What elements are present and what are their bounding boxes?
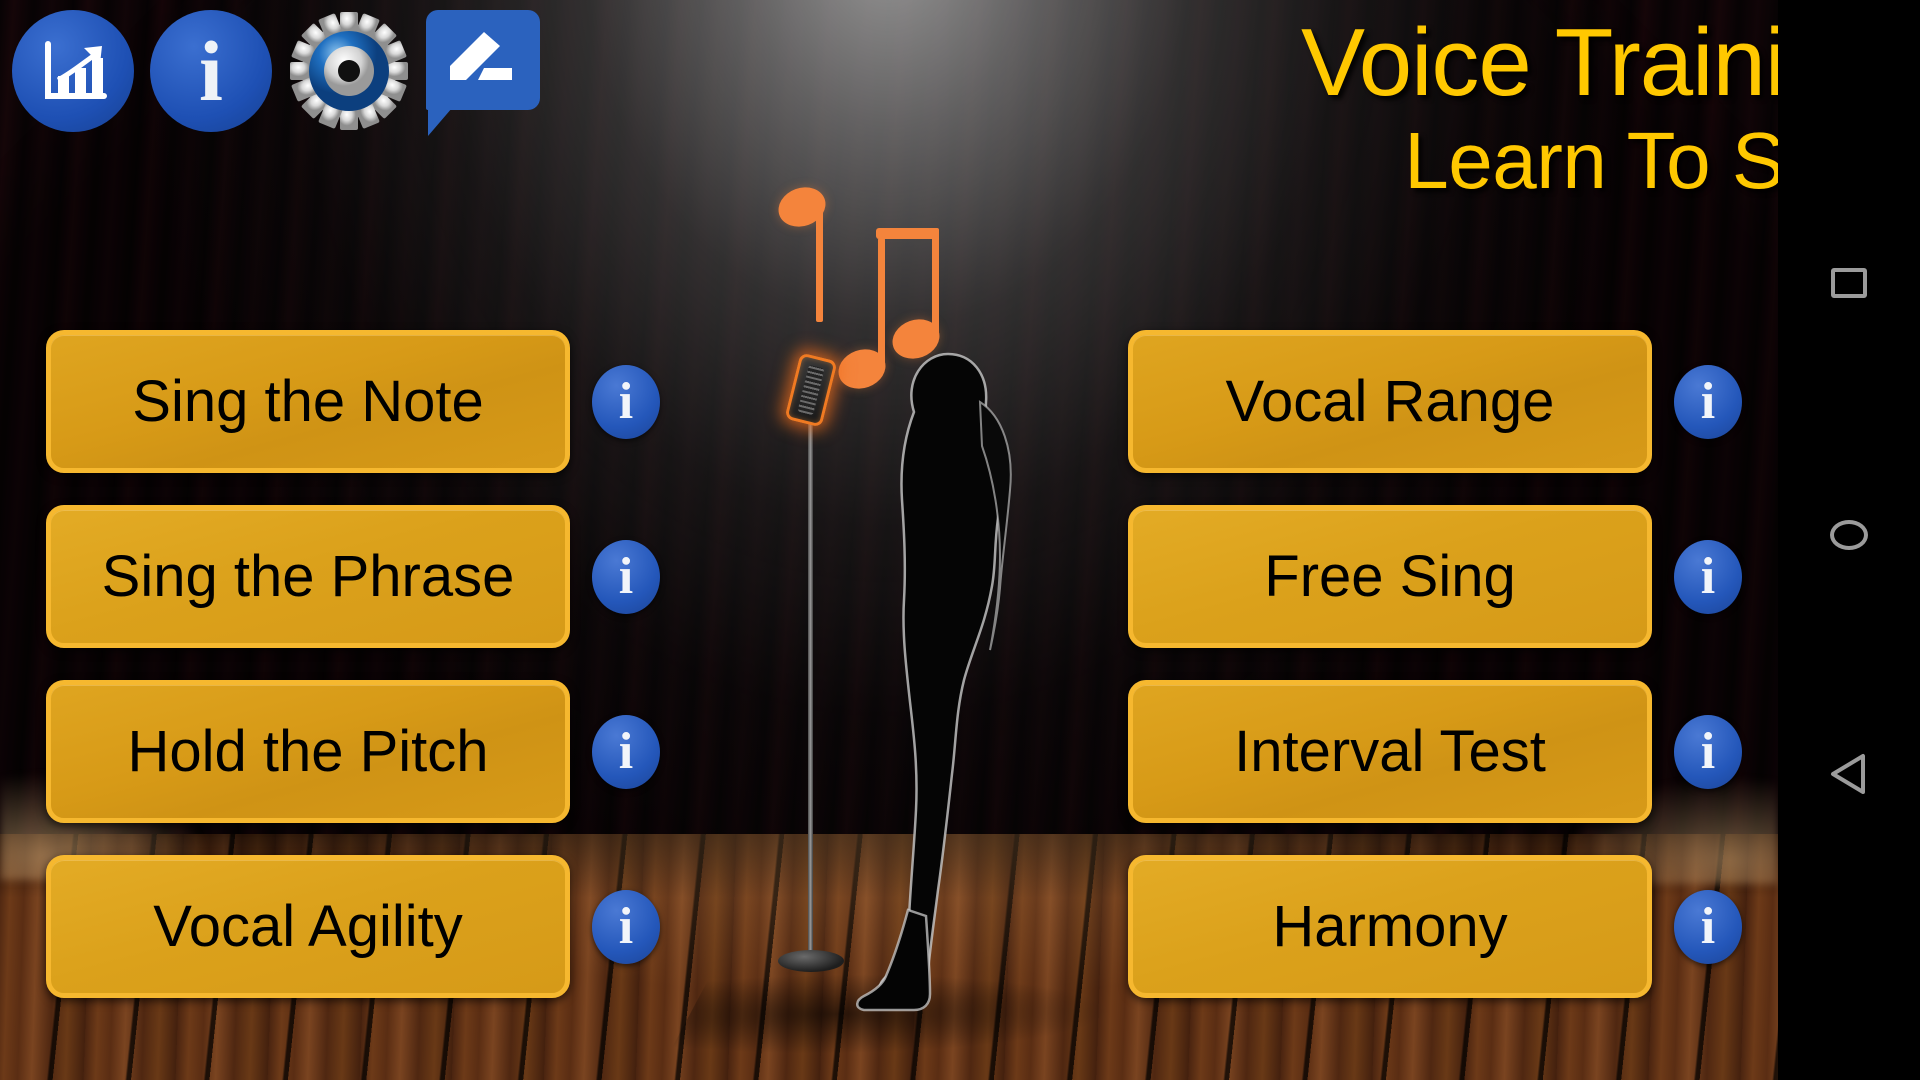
menu-row: Sing the Note i [46, 330, 660, 473]
circle-icon[interactable] [1830, 520, 1868, 550]
info-icon-harmony[interactable]: i [1674, 889, 1742, 964]
info-icon-sing-the-note[interactable]: i [592, 364, 660, 439]
info-glyph: i [199, 23, 223, 119]
microphone-stand [808, 420, 813, 960]
menu-row: Vocal Range i [1128, 330, 1742, 473]
microphone-base [778, 950, 844, 972]
info-icon-vocal-range[interactable]: i [1674, 364, 1742, 439]
info-button[interactable]: i [150, 10, 272, 132]
menu-row: Hold the Pitch i [46, 680, 660, 823]
info-glyph: i [618, 722, 634, 780]
menu-column-right: Vocal Range i Free Sing i Interval Test … [1128, 330, 1742, 998]
menu-column-left: Sing the Note i Sing the Phrase i Hold t… [46, 330, 660, 998]
info-glyph: i [618, 897, 634, 955]
info-glyph: i [618, 372, 634, 430]
triangle-icon[interactable] [1829, 752, 1869, 796]
info-glyph: i [1700, 372, 1716, 430]
info-icon-interval-test[interactable]: i [1674, 714, 1742, 789]
vocal-agility-button[interactable]: Vocal Agility [46, 855, 570, 998]
vocal-range-button[interactable]: Vocal Range [1128, 330, 1652, 473]
statistics-button[interactable] [12, 10, 134, 132]
hold-the-pitch-button[interactable]: Hold the Pitch [46, 680, 570, 823]
square-icon[interactable] [1831, 268, 1867, 298]
sing-the-note-button[interactable]: Sing the Note [46, 330, 570, 473]
interval-test-button[interactable]: Interval Test [1128, 680, 1652, 823]
menu-row: Vocal Agility i [46, 855, 660, 998]
info-circle-icon: i [150, 10, 272, 132]
singer-silhouette [778, 350, 1012, 1030]
feedback-button[interactable] [426, 10, 548, 136]
pencil-bubble-icon [426, 10, 540, 136]
info-icon-vocal-agility[interactable]: i [592, 889, 660, 964]
info-glyph: i [1700, 722, 1716, 780]
menu-row: Sing the Phrase i [46, 505, 660, 648]
sing-the-phrase-button[interactable]: Sing the Phrase [46, 505, 570, 648]
android-navigation-bar [1778, 0, 1920, 1080]
info-icon-hold-the-pitch[interactable]: i [592, 714, 660, 789]
info-glyph: i [1700, 897, 1716, 955]
harmony-button[interactable]: Harmony [1128, 855, 1652, 998]
info-glyph: i [1700, 547, 1716, 605]
app-root: i Voice Training Learn To Sing Sing the … [0, 0, 1920, 1080]
menu-row: Harmony i [1128, 855, 1742, 998]
menu-row: Free Sing i [1128, 505, 1742, 648]
free-sing-button[interactable]: Free Sing [1128, 505, 1652, 648]
bar-chart-icon [12, 10, 134, 132]
settings-button[interactable] [288, 10, 410, 132]
info-icon-free-sing[interactable]: i [1674, 539, 1742, 614]
gear-icon [288, 10, 410, 132]
menu-row: Interval Test i [1128, 680, 1742, 823]
top-toolbar: i [12, 10, 548, 136]
info-icon-sing-the-phrase[interactable]: i [592, 539, 660, 614]
info-glyph: i [618, 547, 634, 605]
